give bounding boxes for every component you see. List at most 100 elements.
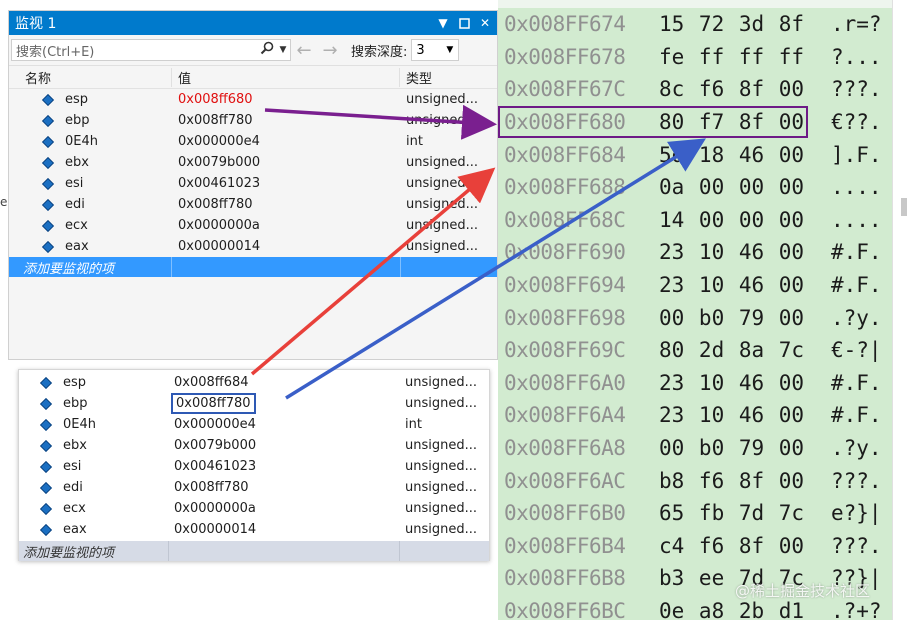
add-watch-item-label[interactable]: 添加要监视的项 (19, 541, 169, 561)
memory-row[interactable]: 0x008FF6B4 c4 f6 8f 00???. (498, 530, 892, 563)
row-type: unsigned... (406, 239, 479, 254)
search-depth-value: 3 (416, 42, 425, 58)
table-row[interactable]: ebx 0x0079b000 unsigned... (19, 435, 489, 456)
table-row[interactable]: eax 0x00000014 unsigned... (19, 519, 489, 540)
row-value[interactable]: 0x008ff780 (172, 197, 400, 212)
memory-row[interactable]: 0x008FF6A8 00 b0 79 00 .?y. (498, 432, 892, 465)
variable-icon (39, 523, 53, 536)
table-row[interactable]: esi 0x00461023 unsigned... (19, 456, 489, 477)
dropdown-icon[interactable]: ▼ (434, 14, 452, 32)
row-type: unsigned... (405, 375, 478, 390)
table-row[interactable]: ebp 0x008ff780 unsigned... (19, 393, 489, 414)
row-value[interactable]: 0x008ff680 (172, 92, 400, 107)
maximize-icon[interactable] (455, 14, 473, 32)
memory-bytes[interactable]: 23 10 46 00 (659, 371, 819, 395)
memory-row-highlighted[interactable]: 0x008FF680 80 f7 8f 00 €??. (498, 105, 892, 139)
table-row[interactable]: 0E4h 0x000000e4 int (19, 414, 489, 435)
search-input[interactable]: 搜索(Ctrl+E) ▼ (11, 39, 291, 61)
memory-bytes[interactable]: 23 10 46 00 (659, 240, 819, 264)
memory-bytes[interactable]: c4 f6 8f 00 (659, 534, 819, 558)
row-value[interactable]: 0x00000014 (169, 522, 399, 537)
column-header-value[interactable]: 值 (172, 67, 400, 87)
search-depth-select[interactable]: 3 ▼ (411, 39, 460, 61)
add-watch-item-row[interactable]: 添加要监视的项 (19, 541, 489, 561)
memory-row[interactable]: 0x008FF68C 14 00 00 00.... (498, 204, 892, 237)
watch-titlebar[interactable]: 监视 1 ▼ ✕ (9, 11, 497, 35)
memory-ascii: .?+? (831, 598, 882, 620)
memory-row[interactable]: 0x008FF698 00 b0 79 00 .?y. (498, 301, 892, 334)
row-value-boxed[interactable]: 0x008ff780 (171, 393, 256, 414)
row-type: unsigned... (405, 522, 478, 537)
memory-bytes[interactable]: 15 72 3d 8f (659, 12, 819, 36)
search-forward-icon[interactable]: → (317, 40, 343, 61)
memory-row[interactable]: 0x008FF6A4 23 10 46 00 #.F. (498, 399, 892, 432)
row-value[interactable]: 0x000000e4 (169, 417, 399, 432)
table-row[interactable]: ebp 0x008ff780 unsigned... (9, 110, 497, 131)
watch-window: 监视 1 ▼ ✕ 搜索(Ctrl+E) ▼ ← → 搜索深度: 3 ▼ 名称 值… (8, 10, 498, 360)
table-row[interactable]: eax 0x00000014 unsigned... (9, 236, 497, 257)
row-value[interactable]: 0x008ff780 (172, 113, 400, 128)
memory-window: 0x008FF674 15 72 3d 8f .r=? 0x008FF678 fe f… (498, 0, 892, 620)
memory-row[interactable]: 0x008FF688 0a 00 00 00.... (498, 171, 892, 204)
memory-row[interactable]: 0x008FF6B0 65 fb 7d 7c e?}| (498, 497, 892, 530)
row-value[interactable]: 0x0000000a (172, 218, 400, 233)
row-value[interactable]: 0x0000000a (169, 501, 399, 516)
memory-row[interactable]: 0x008FF6AC b8 f6 8f 00???. (498, 464, 892, 497)
memory-row[interactable]: 0x008FF678 fe ff ff ff?... (498, 41, 892, 74)
row-value[interactable]: 0x008ff780 (169, 480, 399, 495)
table-row[interactable]: esi 0x00461023 unsigned... (9, 173, 497, 194)
memory-bytes[interactable]: 14 00 00 00 (659, 208, 819, 232)
search-icon[interactable] (258, 41, 276, 59)
memory-bytes[interactable]: 5d 18 46 00 (659, 143, 819, 167)
row-value[interactable]: 0x008ff684 (169, 375, 399, 390)
add-watch-item-row[interactable]: 添加要监视的项 (9, 257, 497, 277)
memory-bytes[interactable]: 23 10 46 00 (659, 403, 819, 427)
column-header-name[interactable]: 名称 (9, 67, 172, 87)
row-value[interactable]: 0x00461023 (172, 176, 400, 191)
row-name: ecx (63, 501, 86, 516)
memory-bytes[interactable]: b8 f6 8f 00 (659, 469, 819, 493)
row-type: unsigned... (406, 197, 479, 212)
table-row[interactable]: edi 0x008ff780 unsigned... (9, 194, 497, 215)
memory-row[interactable]: 0x008FF6A0 23 10 46 00 #.F. (498, 367, 892, 400)
scrollbar[interactable] (892, 0, 915, 620)
close-icon[interactable]: ✕ (476, 14, 494, 32)
memory-address: 0x008FF698 (504, 305, 626, 330)
memory-ascii: €??. (831, 110, 882, 135)
memory-bytes[interactable]: 00 b0 79 00 (659, 306, 819, 330)
memory-bytes[interactable]: 0e a8 2b d1 (659, 599, 819, 620)
memory-row[interactable]: 0x008FF67C 8c f6 8f 00???. (498, 73, 892, 106)
memory-bytes[interactable]: 65 fb 7d 7c (659, 501, 819, 525)
table-row[interactable]: 0E4h 0x000000e4 int (9, 131, 497, 152)
memory-row[interactable]: 0x008FF694 23 10 46 00 #.F. (498, 269, 892, 302)
table-row[interactable]: ecx 0x0000000a unsigned... (9, 215, 497, 236)
row-value[interactable]: 0x00000014 (172, 239, 400, 254)
memory-bytes[interactable]: 00 b0 79 00 (659, 436, 819, 460)
table-row[interactable]: edi 0x008ff780 unsigned... (19, 477, 489, 498)
table-row[interactable]: esp 0x008ff680 unsigned... (9, 89, 497, 110)
memory-address: 0x008FF674 (504, 12, 626, 37)
scrollbar-thumb[interactable] (901, 198, 907, 216)
memory-bytes[interactable]: 8c f6 8f 00 (659, 77, 819, 101)
row-value[interactable]: 0x00461023 (169, 459, 399, 474)
table-row[interactable]: ecx 0x0000000a unsigned... (19, 498, 489, 519)
memory-bytes[interactable]: 23 10 46 00 (659, 273, 819, 297)
row-value[interactable]: 0x0079b000 (172, 155, 400, 170)
add-watch-item-label[interactable]: 添加要监视的项 (9, 257, 172, 277)
row-value[interactable]: 0x000000e4 (172, 134, 400, 149)
search-dropdown-icon[interactable]: ▼ (276, 45, 290, 55)
column-header-type[interactable]: 类型 (400, 68, 432, 87)
variable-icon (39, 502, 53, 515)
table-row[interactable]: esp 0x008ff684 unsigned... (19, 372, 489, 393)
memory-row[interactable]: 0x008FF674 15 72 3d 8f .r=? (498, 8, 892, 41)
table-row[interactable]: ebx 0x0079b000 unsigned... (9, 152, 497, 173)
search-back-icon[interactable]: ← (291, 40, 317, 61)
row-type: unsigned... (406, 176, 479, 191)
memory-row[interactable]: 0x008FF69C 80 2d 8a 7c €-?| (498, 334, 892, 367)
memory-row[interactable]: 0x008FF684 5d 18 46 00].F. (498, 138, 892, 171)
memory-bytes[interactable]: 0a 00 00 00 (659, 175, 819, 199)
memory-bytes[interactable]: 80 2d 8a 7c (659, 338, 819, 362)
memory-row[interactable]: 0x008FF690 23 10 46 00 #.F. (498, 236, 892, 269)
memory-bytes[interactable]: fe ff ff ff (659, 45, 819, 69)
row-value[interactable]: 0x0079b000 (169, 438, 399, 453)
